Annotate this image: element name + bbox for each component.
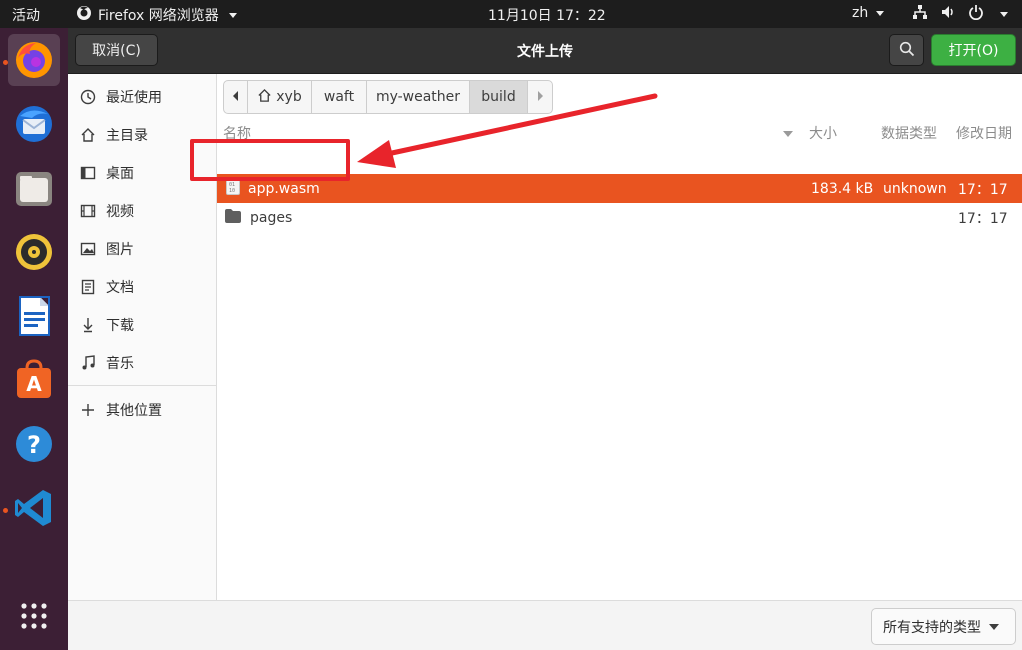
file-name-cell: pages [225, 203, 292, 232]
column-header-type[interactable]: 数据类型 [881, 120, 951, 146]
file-name: pages [250, 209, 293, 226]
dock-files-icon[interactable] [8, 162, 60, 214]
breadcrumb-label: xyb [276, 89, 302, 105]
input-method-menu[interactable]: zh [852, 5, 885, 21]
chevron-down-icon [228, 12, 237, 18]
file-type-filter-dropdown[interactable]: 所有支持的类型 [871, 608, 1016, 645]
chevron-down-icon [876, 10, 885, 16]
show-applications-icon[interactable] [8, 590, 60, 642]
chevron-down-icon [989, 623, 999, 630]
video-icon [80, 203, 96, 219]
chevron-right-icon [536, 89, 544, 105]
power-icon [968, 4, 984, 24]
file-list: 名称 大小 数据类型 修改日期 01 10 app.wasm 183.4 kB u… [217, 120, 1022, 600]
column-header-modified[interactable]: 修改日期 [956, 120, 1022, 146]
dock-firefox-icon[interactable] [8, 34, 60, 86]
chevron-left-icon [232, 89, 240, 105]
app-menu-label: Firefox 网络浏览器 [98, 8, 219, 24]
home-icon [257, 88, 272, 107]
dock: A ? [0, 28, 68, 650]
download-icon [80, 317, 96, 333]
dock-ubuntu-software-icon[interactable]: A [8, 354, 60, 406]
sidebar-separator [68, 385, 216, 386]
system-tray[interactable] [912, 4, 1008, 24]
column-header-label: 大小 [809, 126, 837, 142]
breadcrumb-xyb[interactable]: xyb [248, 81, 312, 113]
breadcrumb-label: waft [323, 89, 355, 105]
sidebar-item-label: 图片 [106, 242, 134, 258]
column-header-label: 数据类型 [881, 126, 937, 142]
music-icon [80, 355, 96, 371]
path-forward-button[interactable] [528, 81, 552, 113]
clock[interactable]: 11月10日 17：22 [488, 5, 606, 25]
desktop-icon [80, 165, 96, 181]
sidebar-item-label: 文档 [106, 280, 134, 296]
dock-help-icon[interactable]: ? [8, 418, 60, 470]
sidebar-item-label: 最近使用 [106, 90, 162, 106]
annotation-highlight-box [190, 139, 350, 181]
sidebar-item-music[interactable]: 音乐 [80, 348, 210, 378]
sidebar-item-label: 其他位置 [106, 403, 162, 419]
column-header-size[interactable]: 大小 [809, 120, 869, 146]
breadcrumb-waft[interactable]: waft [312, 81, 367, 113]
volume-icon [940, 4, 956, 24]
search-icon [899, 41, 915, 60]
file-type: unknown [883, 180, 947, 197]
app-menu[interactable]: Firefox 网络浏览器 [76, 5, 237, 25]
cancel-button[interactable]: 取消(C) [75, 34, 158, 66]
dock-libreoffice-writer-icon[interactable] [8, 290, 60, 342]
breadcrumb-label: my-weather [375, 89, 461, 105]
activities-button[interactable]: 活动 [12, 5, 40, 25]
sidebar-item-label: 下载 [106, 318, 134, 334]
file-row-pages[interactable]: pages 17：17 [217, 203, 1022, 232]
sidebar-item-label: 桌面 [106, 166, 134, 182]
firefox-small-icon [76, 5, 92, 25]
search-button[interactable] [889, 34, 924, 66]
sidebar-item-label: 主目录 [106, 128, 148, 144]
sidebar-item-label: 音乐 [106, 356, 134, 372]
file-name: app.wasm [248, 180, 320, 197]
top-bar: 活动 Firefox 网络浏览器 11月10日 17：22 zh [0, 0, 1022, 28]
file-modified: 17：17 [958, 181, 1008, 198]
open-button[interactable]: 打开(O) [931, 34, 1016, 66]
path-bar: xyb waft my-weather build [223, 80, 553, 114]
sidebar-item-downloads[interactable]: 下载 [80, 310, 210, 340]
column-header-label: 修改日期 [956, 126, 1012, 142]
dock-vscode-icon[interactable] [8, 482, 60, 534]
document-icon [80, 279, 96, 295]
dialog-footer: 所有支持的类型 [68, 600, 1022, 650]
breadcrumb-build[interactable]: build [470, 81, 528, 113]
input-method-label: zh [852, 5, 869, 21]
sidebar-item-pictures[interactable]: 图片 [80, 234, 210, 264]
chevron-down-icon [1000, 11, 1008, 17]
svg-text:A: A [26, 372, 42, 396]
dialog-title: 文件上传 [517, 44, 573, 60]
breadcrumb-my-weather[interactable]: my-weather [367, 81, 470, 113]
filter-selected-label: 所有支持的类型 [883, 619, 981, 636]
file-upload-dialog: 取消(C) 文件上传 打开(O) 最近使用 主目录 桌面 视频 图片 文档 下载… [68, 28, 1022, 650]
svg-text:10: 10 [229, 188, 235, 194]
sidebar-item-recent[interactable]: 最近使用 [80, 82, 210, 112]
sidebar-item-other-locations[interactable]: 其他位置 [80, 395, 210, 425]
picture-icon [80, 241, 96, 257]
svg-text:?: ? [27, 431, 41, 459]
sort-descending-icon [783, 125, 793, 141]
home-icon [80, 127, 96, 143]
breadcrumb-label: build [481, 89, 516, 105]
dialog-headerbar: 取消(C) 文件上传 打开(O) [68, 28, 1022, 74]
file-modified: 17：17 [958, 210, 1008, 227]
clock-icon [80, 89, 96, 105]
plus-icon [80, 402, 96, 418]
file-size: 183.4 kB [811, 180, 874, 197]
dock-rhythmbox-icon[interactable] [8, 226, 60, 278]
binary-file-icon: 01 10 [226, 178, 240, 199]
sidebar-item-videos[interactable]: 视频 [80, 196, 210, 226]
folder-icon [225, 208, 241, 227]
sidebar-item-documents[interactable]: 文档 [80, 272, 210, 302]
network-icon [912, 4, 928, 24]
path-back-button[interactable] [224, 81, 248, 113]
dock-thunderbird-icon[interactable] [8, 98, 60, 150]
sidebar-item-label: 视频 [106, 204, 134, 220]
